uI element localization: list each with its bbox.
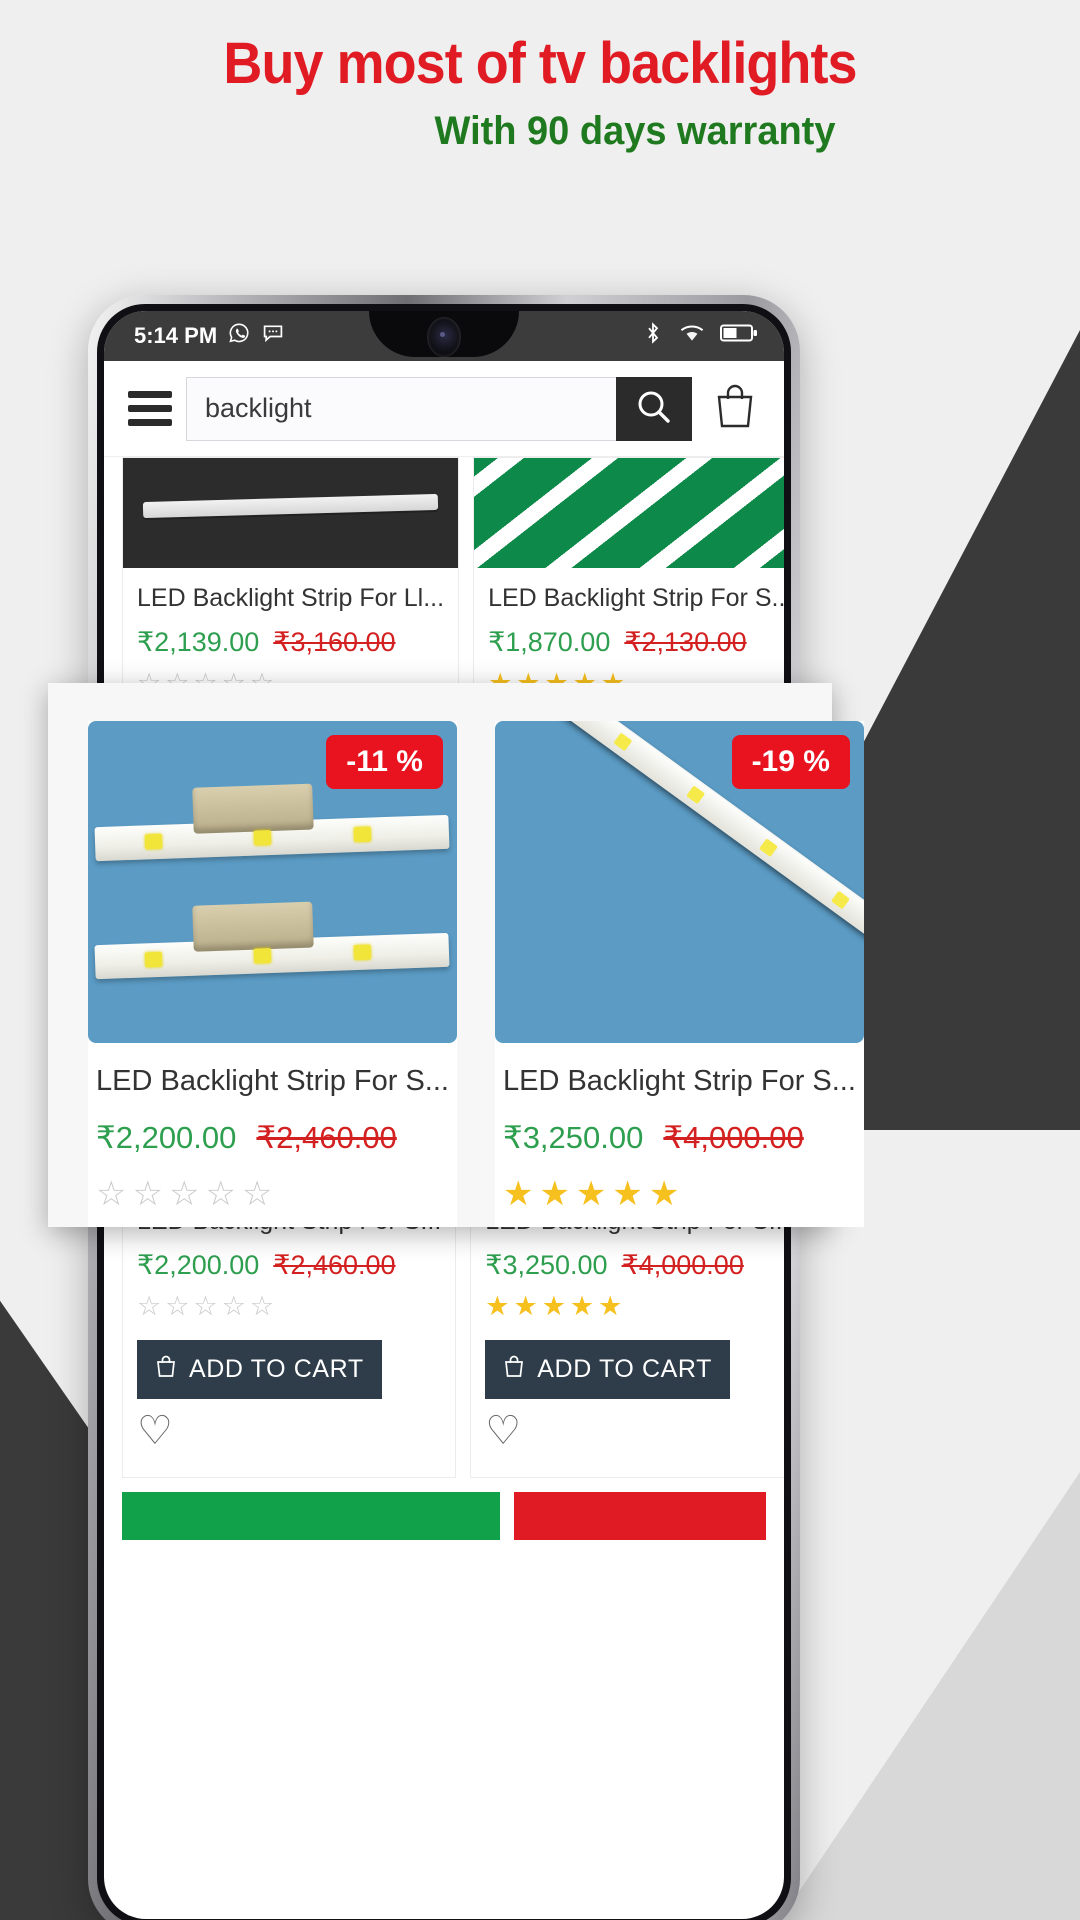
product-card[interactable]: LED Backlight Strip For Ll... ₹2,139.00 … xyxy=(122,457,460,710)
wifi-icon xyxy=(678,321,706,351)
led-dot xyxy=(144,833,163,850)
led-dot xyxy=(144,951,163,968)
camera-notch xyxy=(369,311,519,357)
overlay-product-title: LED Backlight Strip For S... xyxy=(96,1065,449,1097)
product-rating: ★★★★★ xyxy=(485,1291,627,1321)
product-old-price: ₹2,130.00 xyxy=(624,627,747,657)
bag-icon xyxy=(503,1354,525,1385)
product-price-row: ₹1,870.00 ₹2,130.00 xyxy=(488,627,784,658)
status-bar-right xyxy=(642,321,758,351)
product-title: LED Backlight Strip For Ll... xyxy=(137,584,445,612)
battery-icon xyxy=(720,322,758,350)
search-button[interactable] xyxy=(616,376,692,441)
product-image xyxy=(474,458,784,568)
hamburger-bar xyxy=(128,391,172,398)
add-to-cart-label: ADD TO CART xyxy=(189,1355,364,1383)
product-rating: ☆☆☆☆☆ xyxy=(137,1291,279,1321)
product-title: LED Backlight Strip For S... xyxy=(488,584,784,612)
overlay-product-card[interactable]: -19 % LED Backlight Strip For S... ₹3,25… xyxy=(494,721,864,1227)
product-card[interactable]: LED Backlight Strip For S... ₹1,870.00 ₹… xyxy=(473,457,784,710)
product-price-row: ₹3,250.00 ₹4,000.00 xyxy=(485,1250,784,1281)
discount-badge: -19 % xyxy=(731,735,850,789)
product-price-row: ₹2,200.00 ₹2,460.00 xyxy=(137,1250,441,1281)
overlay-rating: ☆☆☆☆☆ xyxy=(96,1175,279,1213)
led-dot xyxy=(353,826,372,843)
product-card[interactable]: LED Backlight Strip For S... ₹2,200.00 ₹… xyxy=(122,1190,457,1478)
overlay-old-price: ₹4,000.00 xyxy=(663,1120,804,1155)
search-input[interactable] xyxy=(186,376,616,441)
discount-badge: -11 % xyxy=(326,735,443,789)
status-bar-left: 5:14 PM xyxy=(134,321,285,351)
led-dot xyxy=(353,944,372,961)
add-to-cart-button[interactable]: ADD TO CART xyxy=(485,1340,730,1399)
overlay-price-row: ₹3,250.00 ₹4,000.00 xyxy=(503,1120,856,1156)
overlay-old-price: ₹2,460.00 xyxy=(256,1120,397,1155)
heart-icon[interactable]: ♡ xyxy=(137,1411,441,1451)
product-price-row: ₹2,139.00 ₹3,160.00 xyxy=(137,627,444,658)
bluetooth-icon xyxy=(642,321,664,351)
shopping-bag-icon xyxy=(712,381,758,436)
product-price: ₹2,200.00 xyxy=(137,1250,260,1280)
search-header xyxy=(104,361,784,457)
product-old-price: ₹2,460.00 xyxy=(273,1250,396,1280)
product-image xyxy=(123,458,459,568)
product-price: ₹3,250.00 xyxy=(485,1250,608,1280)
overlay-price: ₹3,250.00 xyxy=(502,1120,644,1155)
promo-banner: Buy most of tv backlights With 90 days w… xyxy=(0,0,1080,154)
status-time: 5:14 PM xyxy=(134,323,218,348)
product-info: LED Backlight Strip For S... ₹3,250.00 ₹… xyxy=(471,1191,784,1477)
overlay-price-row: ₹2,200.00 ₹2,460.00 xyxy=(96,1120,449,1156)
overlay-price: ₹2,200.00 xyxy=(96,1120,237,1155)
connector-graphic xyxy=(192,901,315,952)
promo-green-block xyxy=(122,1492,500,1540)
promo-red-block xyxy=(514,1492,766,1540)
status-bar: 5:14 PM xyxy=(104,311,784,361)
add-to-cart-button[interactable]: ADD TO CART xyxy=(137,1340,382,1399)
add-to-cart-label: ADD TO CART xyxy=(537,1355,712,1383)
product-old-price: ₹3,160.00 xyxy=(273,627,396,657)
banner-subtitle: With 90 days warranty xyxy=(434,108,836,153)
cart-button[interactable] xyxy=(706,381,764,436)
bag-icon xyxy=(155,1354,177,1385)
hamburger-menu-icon[interactable] xyxy=(128,391,172,426)
heart-icon[interactable]: ♡ xyxy=(485,1411,784,1451)
led-dot xyxy=(254,948,273,964)
banner-title: Buy most of tv backlights xyxy=(223,31,857,96)
product-card[interactable]: LED Backlight Strip For S... ₹3,250.00 ₹… xyxy=(470,1190,784,1478)
product-grid-bottom: LED Backlight Strip For S... ₹2,200.00 ₹… xyxy=(104,1190,784,1478)
led-dot xyxy=(254,830,273,846)
message-icon xyxy=(261,321,285,351)
front-camera-icon xyxy=(427,317,461,357)
connector-graphic xyxy=(192,783,315,834)
product-grid-top: LED Backlight Strip For Ll... ₹2,139.00 … xyxy=(104,457,784,710)
search-bar xyxy=(186,376,692,441)
zoomed-product-overlay: -11 % LED Backlight Strip For S... ₹2,20… xyxy=(48,683,864,1227)
product-info: LED Backlight Strip For S... ₹2,200.00 ₹… xyxy=(123,1191,455,1477)
led-strip-graphic xyxy=(94,783,451,862)
led-strip-graphic xyxy=(94,901,451,980)
product-price: ₹2,139.00 xyxy=(137,627,260,657)
overlay-product-title: LED Backlight Strip For S... xyxy=(502,1065,856,1097)
hamburger-bar xyxy=(128,405,172,412)
overlay-rating: ★★★★★ xyxy=(502,1175,686,1213)
overlay-product-info: LED Backlight Strip For S... ₹3,250.00 ₹… xyxy=(495,1043,864,1214)
product-price: ₹1,870.00 xyxy=(488,627,611,657)
whatsapp-icon xyxy=(227,321,251,351)
search-icon xyxy=(633,386,675,431)
overlay-product-image: -19 % xyxy=(494,721,864,1043)
overlay-product-info: LED Backlight Strip For S... ₹2,200.00 ₹… xyxy=(88,1043,457,1214)
product-old-price: ₹4,000.00 xyxy=(621,1250,744,1280)
overlay-product-card[interactable]: -11 % LED Backlight Strip For S... ₹2,20… xyxy=(88,721,457,1227)
bottom-promo-strip xyxy=(104,1492,784,1540)
hamburger-bar xyxy=(128,419,172,426)
overlay-product-image: -11 % xyxy=(88,721,457,1043)
